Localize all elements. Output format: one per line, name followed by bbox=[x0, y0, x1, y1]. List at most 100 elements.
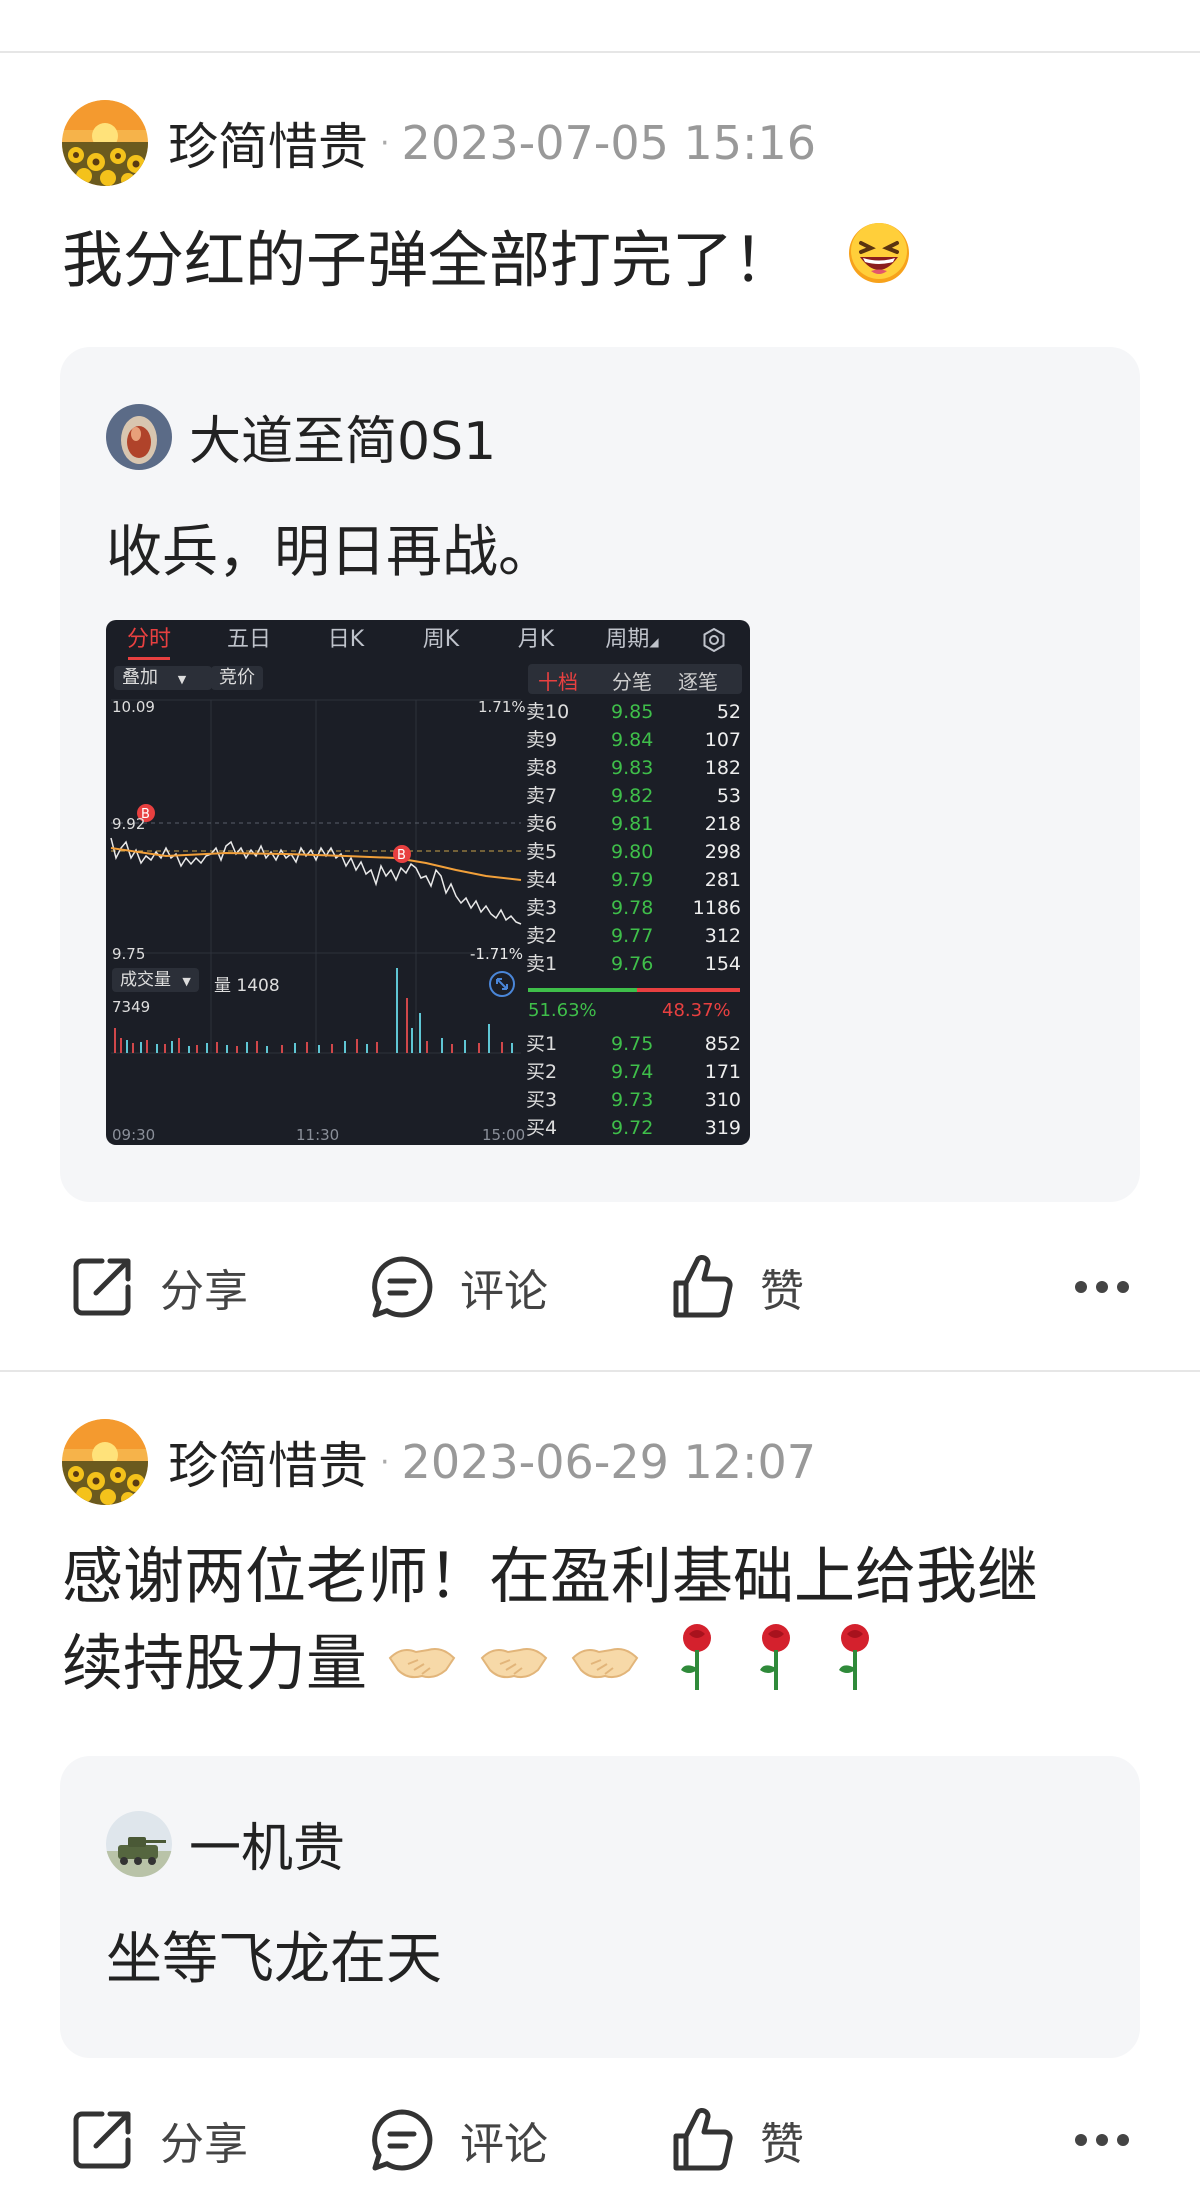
post-text: 感谢两位老师！在盈利基础上给我继 续持股力量 bbox=[62, 1534, 1152, 1715]
post-time: 2023-06-29 12:07 bbox=[401, 1435, 817, 1489]
svg-text:B: B bbox=[397, 848, 406, 863]
share-icon bbox=[73, 1258, 131, 1316]
price-low-label: 9.75 bbox=[112, 945, 146, 963]
post-text: 我分红的子弹全部打完了！ bbox=[62, 218, 1152, 308]
user-avatar[interactable] bbox=[62, 100, 148, 186]
quoted-post-header: 一机贵 bbox=[106, 1806, 345, 1881]
quoted-author-name[interactable]: 一机贵 bbox=[189, 1806, 345, 1881]
bid-row: 买4 9.72 319 bbox=[526, 1117, 741, 1139]
like-button[interactable]: 赞 bbox=[666, 1232, 804, 1342]
comment-icon bbox=[372, 2109, 433, 2171]
tab-five-day[interactable]: 五日 bbox=[214, 620, 284, 660]
tab-daily-k[interactable]: 日K bbox=[311, 620, 381, 660]
ask-row: 卖1 9.76 154 bbox=[526, 953, 741, 975]
chevron-down-icon: ▼ bbox=[177, 673, 187, 686]
post-text-line: 续持股力量 bbox=[62, 1628, 368, 1700]
post-actions: 分享 评论 赞 bbox=[0, 2085, 1200, 2195]
tab-ten-levels[interactable]: 十档 bbox=[538, 666, 578, 695]
tab-ticks[interactable]: 分笔 bbox=[612, 666, 652, 695]
tab-weekly-k[interactable]: 周K bbox=[406, 620, 476, 660]
active-tab-indicator bbox=[128, 657, 170, 660]
pct-high-label: 1.71% bbox=[478, 698, 526, 716]
settings-icon[interactable] bbox=[694, 620, 734, 660]
volume-dropdown[interactable]: 成交量 ▼ bbox=[112, 968, 199, 992]
sell-ratio-label: 48.37% bbox=[662, 1000, 731, 1021]
comment-button[interactable]: 评论 bbox=[366, 1232, 548, 1342]
bid-row: 买1 9.75 852 bbox=[526, 1033, 741, 1055]
time-end-label: 15:00 bbox=[482, 1126, 526, 1144]
post-header: 珍简惜贵 · 2023-07-05 15:16 bbox=[62, 99, 816, 187]
handshake-emoji-icon bbox=[478, 1625, 550, 1711]
handshake-emoji-icon bbox=[386, 1625, 458, 1711]
quoted-post-text: 收兵，明日再战。 bbox=[106, 520, 554, 585]
order-book-tabs: 十档 分笔 逐笔 bbox=[528, 664, 742, 694]
more-options-icon[interactable] bbox=[1074, 2085, 1130, 2195]
sell-ratio-fill bbox=[637, 988, 740, 992]
quoted-post[interactable]: 一机贵 坐等飞龙在天 bbox=[60, 1756, 1140, 2058]
rose-emoji-icon bbox=[746, 1620, 806, 1715]
quoted-post-header: 大道至简0S1 bbox=[106, 399, 496, 474]
like-label: 赞 bbox=[760, 2119, 804, 2170]
auction-button[interactable]: 竞价 bbox=[211, 666, 263, 690]
share-button[interactable]: 分享 bbox=[66, 2085, 248, 2195]
author-name[interactable]: 珍简惜贵 bbox=[168, 107, 368, 179]
ask-row: 卖8 9.83 182 bbox=[526, 757, 741, 779]
tab-trade-by-trade[interactable]: 逐笔 bbox=[678, 666, 718, 695]
quoted-post-text: 坐等飞龙在天 bbox=[106, 1927, 442, 1992]
comment-icon bbox=[372, 1256, 433, 1318]
volume-value: 量 1408 bbox=[214, 976, 280, 996]
ask-row: 卖5 9.80 298 bbox=[526, 841, 741, 863]
quoted-post[interactable]: 大道至简0S1 收兵，明日再战。 分时 五日 日K 周K 月K 周期◢ 叠加 ▼… bbox=[60, 347, 1140, 1202]
overlay-dropdown[interactable]: 叠加 ▼ bbox=[114, 666, 212, 690]
tab-monthly-k[interactable]: 月K bbox=[501, 620, 571, 660]
rose-emoji-icon bbox=[667, 1620, 727, 1715]
thumbs-up-icon bbox=[673, 1255, 733, 1318]
more-options-icon[interactable] bbox=[1074, 1232, 1130, 1342]
thumbs-up-icon bbox=[673, 2108, 733, 2171]
post-text-line-2: 续持股力量 bbox=[62, 1620, 1152, 1715]
post-text-line: 感谢两位老师！在盈利基础上给我继 bbox=[62, 1541, 1039, 1612]
stock-chart-image[interactable]: 分时 五日 日K 周K 月K 周期◢ 叠加 ▼ 竞价 十档 分笔 逐笔 B B … bbox=[106, 620, 750, 1145]
handshake-emoji-icon bbox=[569, 1625, 641, 1711]
tab-timeshare[interactable]: 分时 bbox=[114, 620, 184, 660]
rose-emoji-icon bbox=[825, 1620, 885, 1715]
buy-ratio-label: 51.63% bbox=[528, 1000, 597, 1021]
share-button[interactable]: 分享 bbox=[66, 1232, 248, 1342]
share-icon bbox=[73, 2111, 131, 2169]
feed-post: 珍简惜贵 · 2023-07-05 15:16 我分红的子弹全部打完了！ 大道至… bbox=[0, 0, 1200, 1372]
volume-max-label: 7349 bbox=[112, 998, 151, 1016]
like-button[interactable]: 赞 bbox=[666, 2085, 804, 2195]
quoted-user-avatar[interactable] bbox=[106, 403, 172, 470]
ask-row: 卖3 9.78 1186 bbox=[526, 897, 741, 919]
quoted-author-name[interactable]: 大道至简0S1 bbox=[189, 399, 496, 474]
bid-row: 买3 9.73 310 bbox=[526, 1089, 741, 1111]
comment-button[interactable]: 评论 bbox=[366, 2085, 548, 2195]
expand-chart-icon[interactable] bbox=[488, 970, 516, 1002]
post-text-content: 我分红的子弹全部打完了！ bbox=[62, 225, 795, 296]
ask-row: 卖4 9.79 281 bbox=[526, 869, 741, 891]
pct-low-label: -1.71% bbox=[470, 945, 524, 963]
time-mid-label: 11:30 bbox=[296, 1126, 340, 1144]
buy-ratio-fill bbox=[528, 988, 638, 992]
ask-row: 卖10 9.85 52 bbox=[526, 701, 741, 723]
comment-label: 评论 bbox=[460, 2119, 548, 2170]
separator-dot: · bbox=[380, 125, 390, 161]
share-label: 分享 bbox=[160, 1266, 248, 1317]
chevron-down-icon: ▼ bbox=[182, 975, 191, 988]
feed-post: 珍简惜贵 · 2023-06-29 12:07 感谢两位老师！在盈利基础上给我继… bbox=[0, 1372, 1200, 2171]
like-label: 赞 bbox=[760, 1266, 804, 1317]
intraday-price-chart: B B bbox=[110, 698, 524, 1138]
ask-row: 卖2 9.77 312 bbox=[526, 925, 741, 947]
overlay-label: 叠加 bbox=[122, 667, 158, 688]
tab-period[interactable]: 周期◢ bbox=[596, 620, 668, 660]
share-label: 分享 bbox=[160, 2119, 248, 2170]
ask-row: 卖7 9.82 53 bbox=[526, 785, 741, 807]
user-avatar[interactable] bbox=[62, 1419, 148, 1505]
bid-row: 买2 9.74 171 bbox=[526, 1061, 741, 1083]
post-time: 2023-07-05 15:16 bbox=[401, 116, 817, 170]
quoted-user-avatar[interactable] bbox=[106, 1810, 172, 1877]
comment-label: 评论 bbox=[460, 1266, 548, 1317]
author-name[interactable]: 珍简惜贵 bbox=[168, 1426, 368, 1498]
separator-dot: · bbox=[380, 1444, 390, 1480]
price-mid-label: 9.92 bbox=[112, 815, 146, 833]
